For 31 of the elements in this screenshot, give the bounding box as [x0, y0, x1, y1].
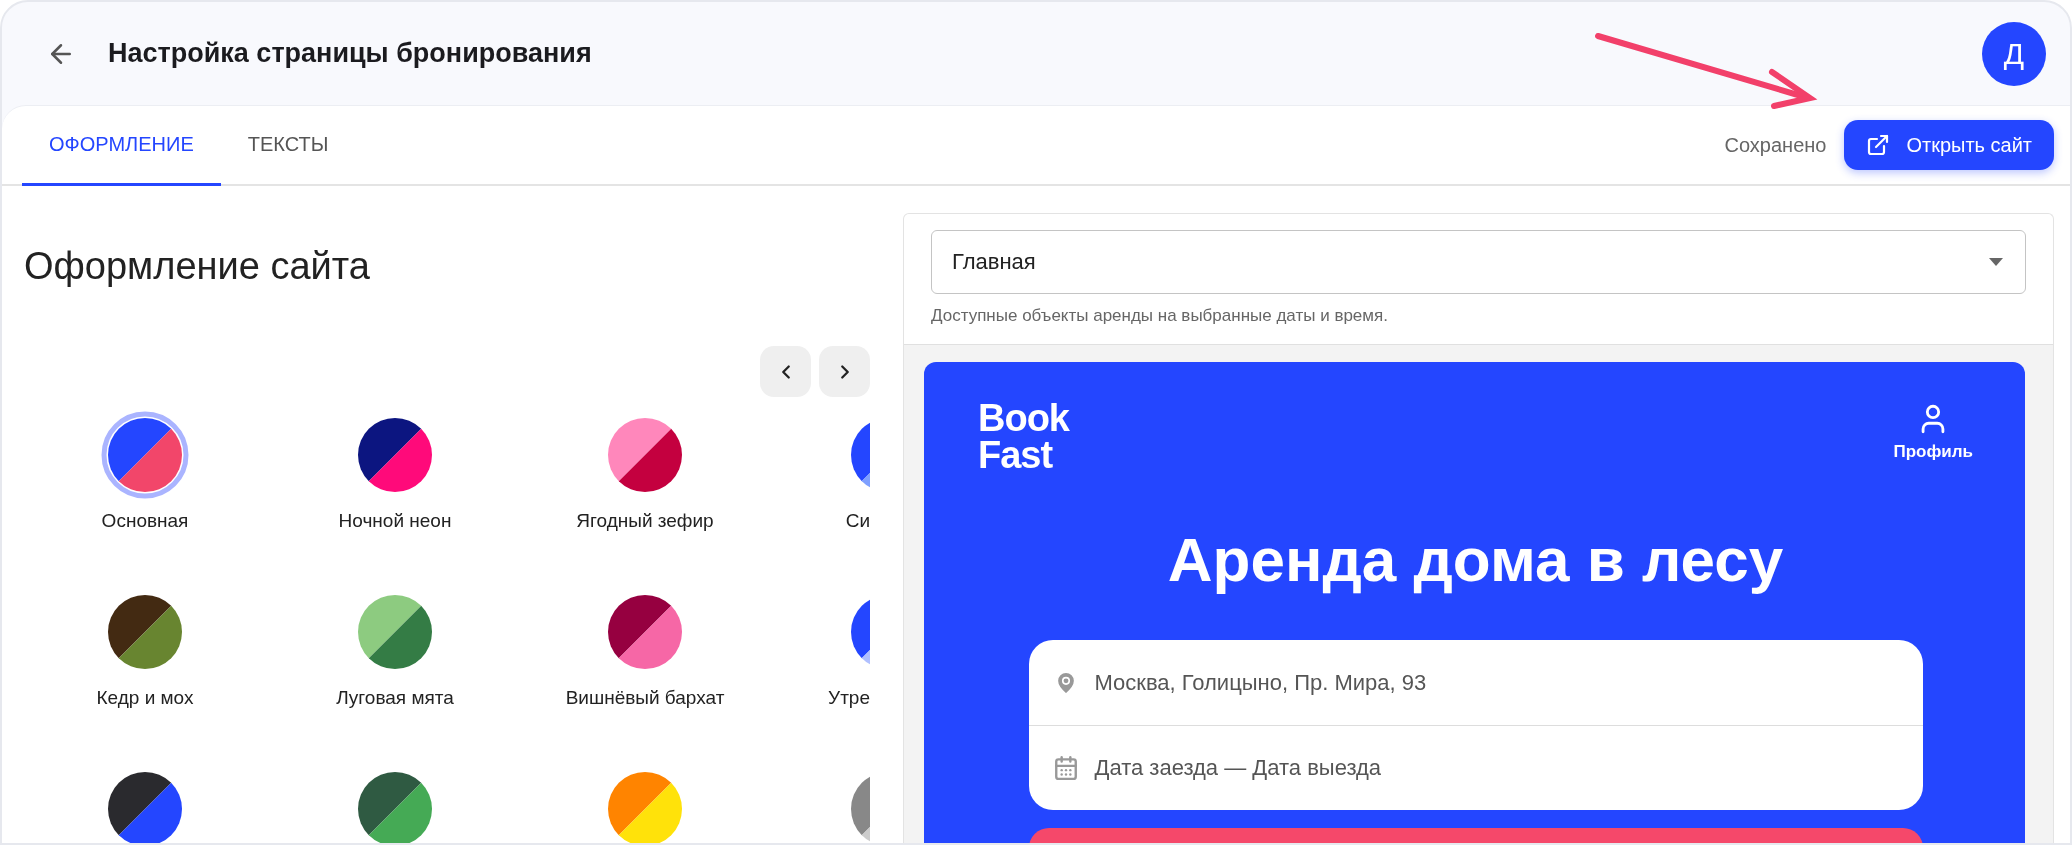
theme-label: Утре: [828, 686, 870, 710]
theme-label: Си: [845, 509, 870, 533]
dropdown-caret-icon: [1989, 258, 2003, 266]
hero-heading: Аренда дома в лесу: [1167, 524, 1784, 596]
theme-label: Луговая мята: [336, 686, 454, 710]
tab[interactable]: ТЕКСТЫ: [220, 106, 356, 186]
theme-label: Основная: [101, 509, 189, 533]
page-title: Настройка страницы бронирования: [108, 38, 593, 69]
page-select[interactable]: Главная: [931, 230, 2026, 294]
calendar-icon: [1052, 755, 1079, 781]
section-title: Оформление сайта: [24, 244, 371, 289]
profile-link[interactable]: Профиль: [1893, 400, 1973, 462]
theme-option[interactable]: Кедр и мох: [24, 588, 270, 710]
dates-field[interactable]: Дата заезда — Дата выезда: [1028, 725, 1923, 810]
theme-option[interactable]: Луговая мята: [270, 588, 520, 710]
theme-option[interactable]: Основная: [24, 411, 270, 533]
logo: Book Fast: [978, 400, 1069, 474]
save-status: Сохранено: [1724, 133, 1827, 157]
theme-option[interactable]: Вишнёвый бархат: [520, 588, 770, 710]
open-site-button[interactable]: Открыть сайт: [1844, 120, 2054, 170]
location-field[interactable]: Москва, Голицыно, Пр. Мира, 93: [1028, 640, 1923, 725]
theme-option[interactable]: Ночной неон: [270, 411, 520, 533]
helper-text: Доступные объекты аренды на выбранные даты и время.: [931, 306, 1389, 326]
theme-label: Вишнёвый бархат: [565, 686, 725, 710]
theme-label: Ночной неон: [338, 509, 452, 533]
theme-option[interactable]: Ягодный зефир: [520, 411, 770, 533]
theme-label: Кедр и мох: [96, 686, 194, 710]
user-avatar[interactable]: Д: [1982, 21, 2046, 86]
external-link-icon: [1866, 133, 1891, 157]
tab[interactable]: ОФОРМЛЕНИЕ: [22, 106, 221, 186]
theme-label: Ягодный зефир: [576, 509, 714, 533]
